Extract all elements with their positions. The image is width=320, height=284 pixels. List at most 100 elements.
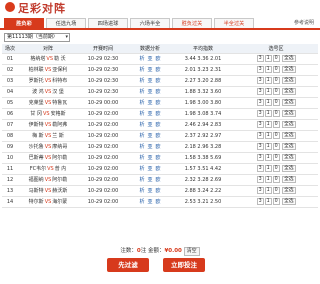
analysis-link[interactable]: 欧 xyxy=(156,188,161,194)
analysis-link[interactable]: 亚 xyxy=(147,111,152,117)
select-all-button[interactable]: 全选 xyxy=(281,176,296,183)
analysis-link[interactable]: 析 xyxy=(139,155,144,161)
tab-liuchangbanquan[interactable]: 六场半全 xyxy=(130,18,170,28)
analysis-link[interactable]: 析 xyxy=(139,111,144,117)
analysis-link[interactable]: 欧 xyxy=(156,133,161,139)
pick-3-button[interactable]: 3 xyxy=(256,55,264,62)
analysis-link[interactable]: 析 xyxy=(139,122,144,128)
pick-0-button[interactable]: 0 xyxy=(272,132,280,139)
pick-1-button[interactable]: 1 xyxy=(264,110,272,117)
analysis-link[interactable]: 欧 xyxy=(156,122,161,128)
pick-1-button[interactable]: 1 xyxy=(264,99,272,106)
analysis-link[interactable]: 欧 xyxy=(156,155,161,161)
help-link[interactable]: 参考说明 xyxy=(294,19,314,26)
pick-1-button[interactable]: 1 xyxy=(264,132,272,139)
pick-1-button[interactable]: 1 xyxy=(264,154,272,161)
select-all-button[interactable]: 全选 xyxy=(281,154,296,161)
analysis-link[interactable]: 亚 xyxy=(147,67,152,73)
clear-button[interactable]: 清空 xyxy=(183,247,200,256)
analysis-link[interactable]: 欧 xyxy=(156,177,161,183)
tab-shengfucai[interactable]: 胜负彩 xyxy=(4,18,44,28)
analysis-link[interactable]: 亚 xyxy=(147,155,152,161)
pick-3-button[interactable]: 3 xyxy=(256,66,264,73)
analysis-link[interactable]: 亚 xyxy=(147,89,152,95)
analysis-link[interactable]: 亚 xyxy=(147,144,152,150)
analysis-link[interactable]: 欧 xyxy=(156,67,161,73)
pick-3-button[interactable]: 3 xyxy=(256,176,264,183)
issue-select[interactable]: 第11113期（当前期） ▾ xyxy=(4,33,70,42)
select-all-button[interactable]: 全选 xyxy=(281,99,296,106)
analysis-link[interactable]: 析 xyxy=(139,144,144,150)
analysis-link[interactable]: 析 xyxy=(139,166,144,172)
analysis-link[interactable]: 亚 xyxy=(147,133,152,139)
pick-1-button[interactable]: 1 xyxy=(264,143,272,150)
tab-banquanguoguan[interactable]: 半全过关 xyxy=(214,18,254,28)
pick-3-button[interactable]: 3 xyxy=(256,143,264,150)
analysis-link[interactable]: 欧 xyxy=(156,100,161,106)
pick-1-button[interactable]: 1 xyxy=(264,77,272,84)
select-all-button[interactable]: 全选 xyxy=(281,143,296,150)
analysis-link[interactable]: 析 xyxy=(139,56,144,62)
pick-0-button[interactable]: 0 xyxy=(272,121,280,128)
tab-shengfuguoguan[interactable]: 胜负过关 xyxy=(172,18,212,28)
analysis-link[interactable]: 亚 xyxy=(147,188,152,194)
select-all-button[interactable]: 全选 xyxy=(281,198,296,205)
pick-0-button[interactable]: 0 xyxy=(272,110,280,117)
pick-3-button[interactable]: 3 xyxy=(256,110,264,117)
pick-0-button[interactable]: 0 xyxy=(272,55,280,62)
analysis-link[interactable]: 亚 xyxy=(147,166,152,172)
bet-now-button[interactable]: 立即投注 xyxy=(163,258,205,272)
select-all-button[interactable]: 全选 xyxy=(281,165,296,172)
pick-1-button[interactable]: 1 xyxy=(264,176,272,183)
select-all-button[interactable]: 全选 xyxy=(281,88,296,95)
pick-0-button[interactable]: 0 xyxy=(272,198,280,205)
analysis-link[interactable]: 亚 xyxy=(147,122,152,128)
pick-1-button[interactable]: 1 xyxy=(264,121,272,128)
analysis-link[interactable]: 析 xyxy=(139,188,144,194)
select-all-button[interactable]: 全选 xyxy=(281,66,296,73)
select-all-button[interactable]: 全选 xyxy=(281,132,296,139)
pick-1-button[interactable]: 1 xyxy=(264,66,272,73)
select-all-button[interactable]: 全选 xyxy=(281,55,296,62)
filter-button[interactable]: 先过滤 xyxy=(107,258,149,272)
select-all-button[interactable]: 全选 xyxy=(281,110,296,117)
pick-3-button[interactable]: 3 xyxy=(256,198,264,205)
pick-3-button[interactable]: 3 xyxy=(256,154,264,161)
analysis-link[interactable]: 析 xyxy=(139,78,144,84)
tab-renxuan9[interactable]: 任选九场 xyxy=(46,18,86,28)
pick-0-button[interactable]: 0 xyxy=(272,88,280,95)
analysis-link[interactable]: 析 xyxy=(139,133,144,139)
pick-1-button[interactable]: 1 xyxy=(264,165,272,172)
analysis-link[interactable]: 亚 xyxy=(147,78,152,84)
analysis-link[interactable]: 亚 xyxy=(147,56,152,62)
pick-3-button[interactable]: 3 xyxy=(256,187,264,194)
pick-1-button[interactable]: 1 xyxy=(264,187,272,194)
analysis-link[interactable]: 欧 xyxy=(156,166,161,172)
analysis-link[interactable]: 亚 xyxy=(147,100,152,106)
analysis-link[interactable]: 欧 xyxy=(156,78,161,84)
analysis-link[interactable]: 欧 xyxy=(156,111,161,117)
select-all-button[interactable]: 全选 xyxy=(281,77,296,84)
analysis-link[interactable]: 析 xyxy=(139,177,144,183)
pick-3-button[interactable]: 3 xyxy=(256,121,264,128)
pick-0-button[interactable]: 0 xyxy=(272,99,280,106)
pick-0-button[interactable]: 0 xyxy=(272,165,280,172)
select-all-button[interactable]: 全选 xyxy=(281,187,296,194)
analysis-link[interactable]: 亚 xyxy=(147,199,152,205)
pick-0-button[interactable]: 0 xyxy=(272,154,280,161)
pick-0-button[interactable]: 0 xyxy=(272,176,280,183)
pick-0-button[interactable]: 0 xyxy=(272,77,280,84)
pick-1-button[interactable]: 1 xyxy=(264,55,272,62)
pick-3-button[interactable]: 3 xyxy=(256,77,264,84)
tab-sichangjinqiu[interactable]: 四场进球 xyxy=(88,18,128,28)
analysis-link[interactable]: 析 xyxy=(139,100,144,106)
pick-1-button[interactable]: 1 xyxy=(264,88,272,95)
pick-0-button[interactable]: 0 xyxy=(272,187,280,194)
analysis-link[interactable]: 欧 xyxy=(156,144,161,150)
select-all-button[interactable]: 全选 xyxy=(281,121,296,128)
analysis-link[interactable]: 亚 xyxy=(147,177,152,183)
pick-3-button[interactable]: 3 xyxy=(256,165,264,172)
analysis-link[interactable]: 析 xyxy=(139,89,144,95)
pick-3-button[interactable]: 3 xyxy=(256,99,264,106)
pick-0-button[interactable]: 0 xyxy=(272,66,280,73)
